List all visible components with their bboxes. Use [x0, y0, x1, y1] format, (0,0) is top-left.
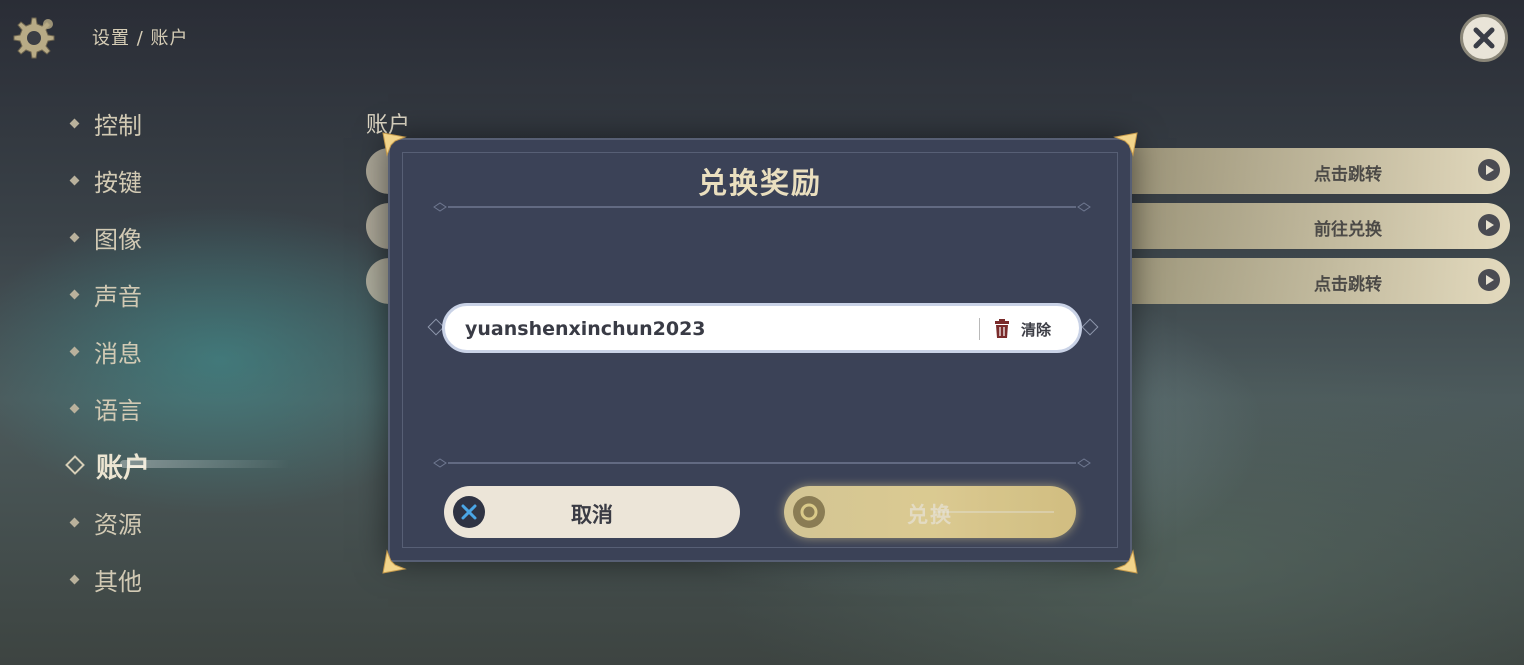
cancel-button[interactable]: 取消 — [444, 486, 740, 538]
ornament-divider — [433, 202, 1091, 212]
sidebar-item-label: 资源 — [94, 510, 142, 539]
breadcrumb: 设置 / 账户 — [92, 28, 189, 49]
sidebar-item-label: 其他 — [94, 567, 142, 596]
diamond-bullet-icon — [69, 517, 80, 527]
row-action-label: 点击跳转 — [1314, 165, 1382, 185]
sidebar-item-label: 按键 — [94, 168, 142, 197]
dialog-title: 兑换奖励 — [697, 166, 822, 200]
clear-label: 清除 — [1021, 320, 1052, 339]
sidebar-item-audio[interactable]: 声音 — [68, 276, 142, 312]
redeem-code-field[interactable]: 清除 — [442, 303, 1082, 353]
corner-ornament-icon — [1113, 132, 1138, 157]
trash-icon — [995, 319, 1009, 338]
sidebar-item-label: 声音 — [94, 282, 142, 311]
redeem-entry-button[interactable]: 前往兑换 — [1100, 203, 1510, 249]
ornament-divider — [433, 458, 1091, 468]
diamond-bullet-icon — [69, 175, 80, 185]
row-action-label: 前往兑换 — [1314, 220, 1382, 240]
close-icon — [1473, 27, 1495, 49]
sidebar-item-other[interactable]: 其他 — [68, 561, 142, 597]
corner-ornament-icon — [382, 549, 407, 574]
sidebar-item-language[interactable]: 语言 — [68, 390, 142, 426]
diamond-bullet-icon — [69, 289, 80, 299]
clear-button[interactable]: 清除 — [993, 314, 1051, 344]
sidebar-item-messages[interactable]: 消息 — [68, 333, 142, 369]
corner-ornament-icon — [382, 132, 407, 157]
sidebar-item-control[interactable]: 控制 — [68, 105, 142, 141]
sidebar-item-label: 控制 — [94, 111, 142, 140]
diamond-bullet-icon — [69, 346, 80, 356]
confirm-label: 兑换 — [907, 503, 953, 527]
play-arrow-icon — [1478, 214, 1500, 236]
corner-ornament-icon — [1113, 549, 1138, 574]
diamond-bullet-icon — [69, 232, 80, 242]
sidebar-item-label: 图像 — [94, 225, 142, 254]
field-separator — [979, 318, 980, 340]
diamond-bullet-icon — [69, 118, 80, 128]
diamond-bullet-icon — [69, 574, 80, 584]
sidebar-item-label: 语言 — [94, 396, 142, 425]
sidebar-item-keys[interactable]: 按键 — [68, 162, 142, 198]
confirm-redeem-button[interactable]: 兑换 — [784, 486, 1076, 538]
diamond-bullet-icon — [65, 455, 85, 475]
sidebar-item-label: 消息 — [94, 339, 142, 368]
redeem-code-input[interactable] — [465, 315, 965, 343]
game-settings-screen: 设置 / 账户 控制 按键 图像 声音 消息 语言 账户 资源 其他 账户 点击… — [0, 0, 1524, 665]
button-shine — [934, 511, 1054, 513]
account-row-action-button[interactable]: 点击跳转 — [1100, 258, 1510, 304]
sidebar-item-resources[interactable]: 资源 — [68, 504, 142, 540]
sidebar-item-graphics[interactable]: 图像 — [68, 219, 142, 255]
gear-icon — [13, 17, 55, 59]
diamond-bullet-icon — [69, 403, 80, 413]
row-action-label: 点击跳转 — [1314, 275, 1382, 295]
active-item-glow — [120, 460, 290, 468]
play-arrow-icon — [1478, 159, 1500, 181]
close-button[interactable] — [1460, 14, 1508, 62]
play-arrow-icon — [1478, 269, 1500, 291]
redeem-dialog: 兑换奖励 清除 — [388, 138, 1132, 562]
cancel-label: 取消 — [571, 503, 613, 527]
account-row-action-button[interactable]: 点击跳转 — [1100, 148, 1510, 194]
